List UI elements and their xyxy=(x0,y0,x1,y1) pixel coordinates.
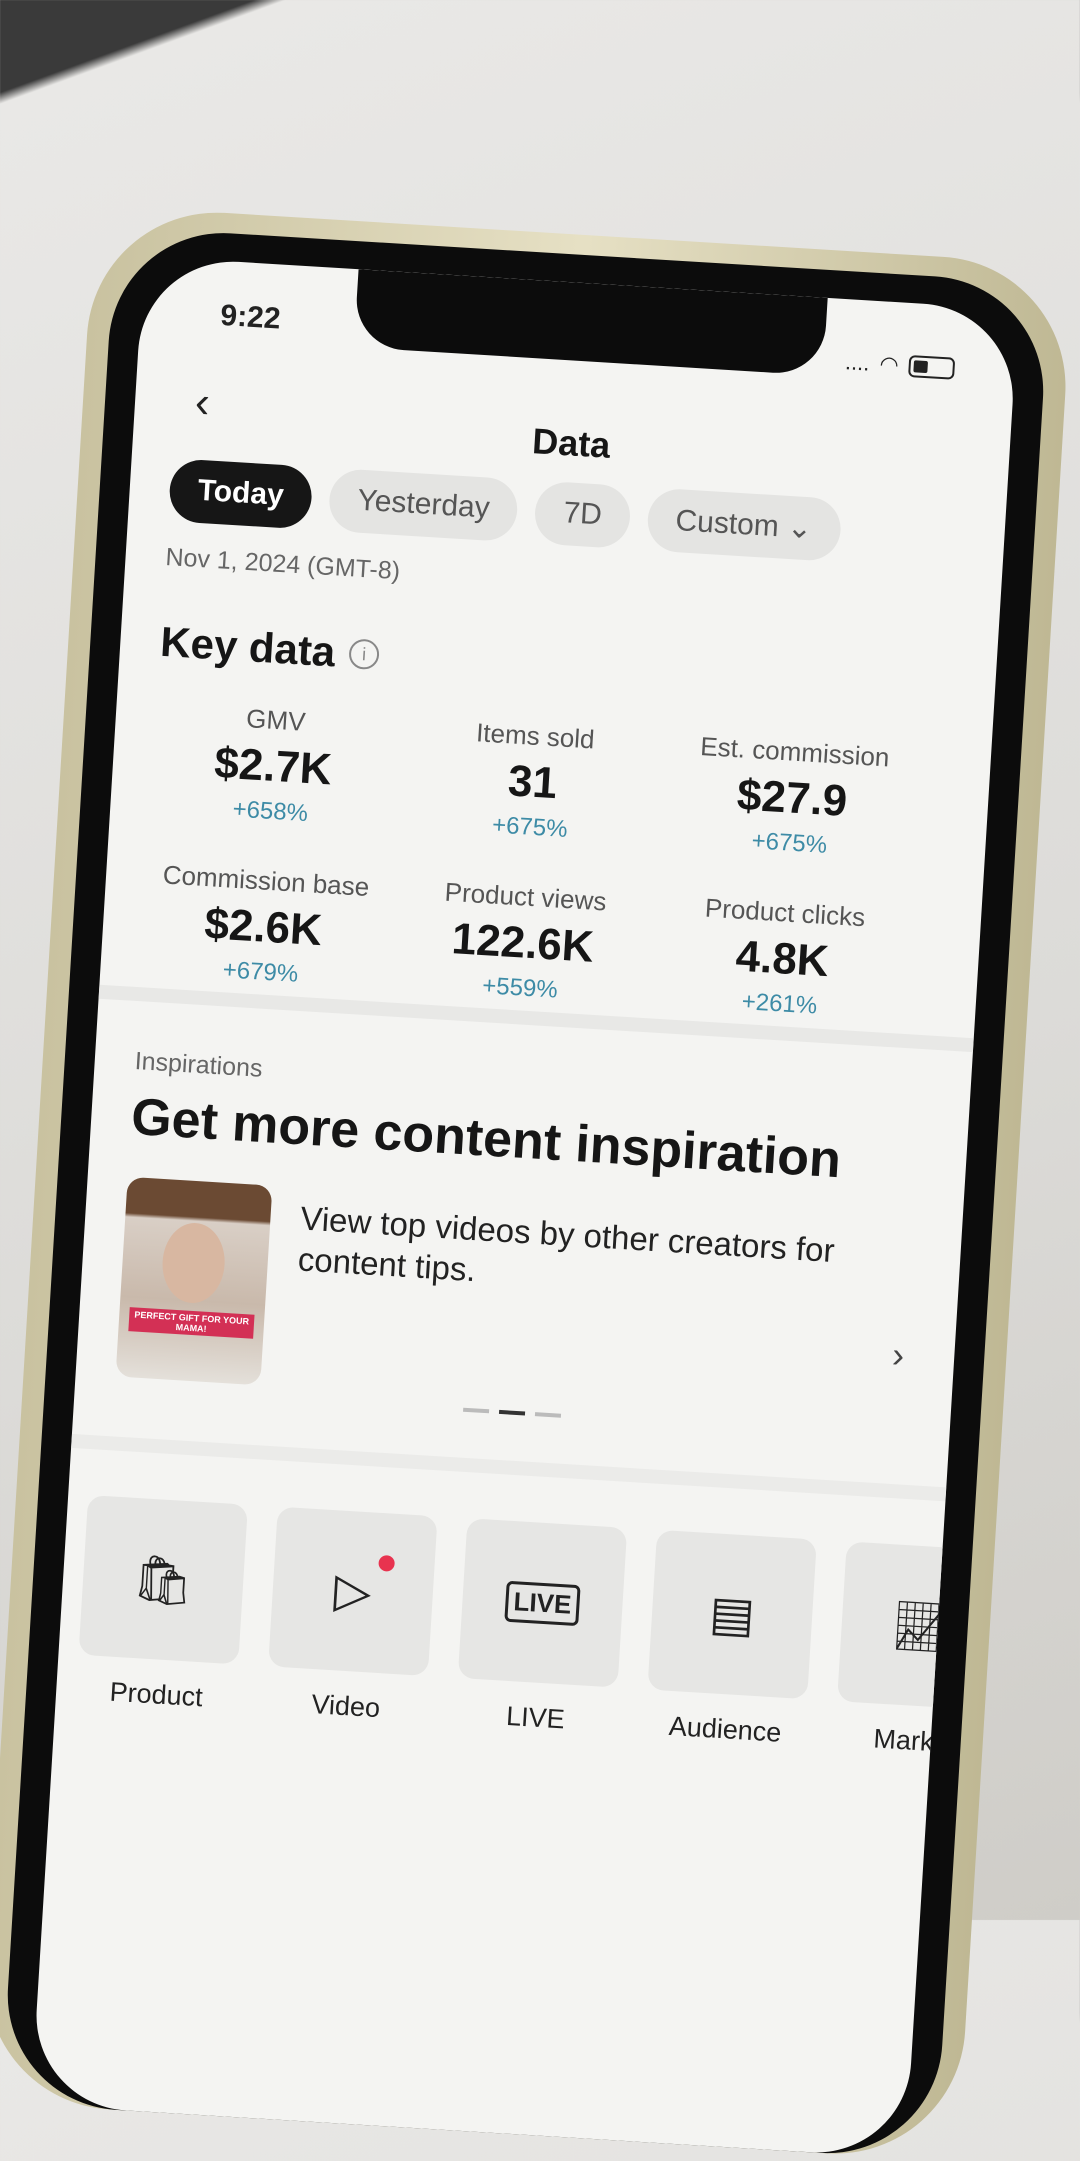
signal-icon: .... xyxy=(844,349,871,376)
section-divider xyxy=(71,1433,947,1502)
carousel-dot[interactable] xyxy=(534,1412,562,1418)
tool-audience[interactable]: ▤ Audience xyxy=(644,1529,817,1750)
tab-today[interactable]: Today xyxy=(167,458,314,530)
metric-items-sold[interactable]: Items sold 31 +675% xyxy=(399,713,666,850)
tool-label: Audience xyxy=(668,1710,783,1748)
chevron-right-icon[interactable]: › xyxy=(891,1334,905,1377)
tool-label: LIVE xyxy=(505,1700,566,1735)
video-thumbnail[interactable]: PERFECT GIFT FOR YOUR MAMA! xyxy=(115,1176,273,1386)
key-data-title: Key data xyxy=(159,617,337,676)
metrics-grid: GMV $2.7K +658% Items sold 31 +675% Est. com… xyxy=(130,697,926,1026)
tool-label: Video xyxy=(310,1689,381,1724)
metric-value: $27.9 xyxy=(735,770,849,826)
notification-badge xyxy=(378,1554,396,1572)
chart-icon: 📈︎ xyxy=(837,1541,1007,1711)
battery-icon xyxy=(908,354,956,380)
app-screen: 9:22 .... ◠ ‹ Data Today Yesterday 7D Cu… xyxy=(30,256,1019,2159)
metric-product-clicks[interactable]: Product clicks 4.8K +261% xyxy=(649,890,916,1027)
tool-market[interactable]: 📈︎ Market xyxy=(834,1541,1007,1761)
tool-product[interactable]: 🛍︎ Product xyxy=(75,1494,248,1715)
inspirations-heading: Get more content inspiration xyxy=(129,1087,843,1190)
play-icon: ▷ xyxy=(268,1506,438,1677)
metric-value: $2.6K xyxy=(203,899,324,956)
date-label: Nov 1, 2024 (GMT-8) xyxy=(164,542,401,586)
tab-yesterday[interactable]: Yesterday xyxy=(327,467,520,543)
tab-7d[interactable]: 7D xyxy=(533,480,632,550)
inspirations-label: Inspirations xyxy=(133,1047,264,1083)
metric-est-commission[interactable]: Est. commission $27.9 +675% xyxy=(659,729,926,866)
metric-value: 122.6K xyxy=(450,914,596,972)
tool-video[interactable]: ▷ Video xyxy=(265,1506,438,1727)
metric-value: $2.7K xyxy=(212,738,334,795)
tab-custom[interactable]: Custom ⌄ xyxy=(645,487,843,563)
carousel-dot-active[interactable] xyxy=(498,1409,526,1416)
metric-gmv[interactable]: GMV $2.7K +658% xyxy=(140,697,407,834)
notch xyxy=(353,269,828,376)
tool-label: Product xyxy=(108,1676,204,1713)
metric-commission-base[interactable]: Commission base $2.6K +679% xyxy=(130,858,397,995)
id-card-icon: ▤ xyxy=(647,1529,817,1700)
phone-bezel: 9:22 .... ◠ ‹ Data Today Yesterday 7D Cu… xyxy=(0,226,1050,2160)
metric-product-views[interactable]: Product views 122.6K +559% xyxy=(389,874,656,1011)
thumbnail-person xyxy=(160,1221,227,1305)
carousel-dot[interactable] xyxy=(463,1407,490,1414)
live-tv-icon: LIVE xyxy=(457,1518,628,1688)
wifi-icon: ◠ xyxy=(878,351,900,378)
inspirations-description[interactable]: View top videos by other creators for co… xyxy=(297,1197,861,1314)
phone: 9:22 .... ◠ ‹ Data Today Yesterday 7D Cu… xyxy=(0,205,1074,2161)
status-time: 9:22 xyxy=(219,298,282,336)
tool-live[interactable]: LIVE LIVE xyxy=(455,1518,628,1738)
info-icon[interactable]: i xyxy=(348,638,381,671)
status-icons: .... ◠ xyxy=(844,349,956,382)
carousel-indicator xyxy=(75,1384,950,1441)
metric-value: 4.8K xyxy=(734,931,831,987)
live-glyph: LIVE xyxy=(504,1580,581,1626)
shopping-bag-icon: 🛍︎ xyxy=(78,1494,248,1665)
key-data-heading: Key data i xyxy=(159,618,381,679)
metric-value: 31 xyxy=(506,756,559,809)
thumbnail-caption: PERFECT GIFT FOR YOUR MAMA! xyxy=(128,1307,255,1339)
tools-row: 🛍︎ Product ▷ Video LIVE LIVE ▤ Audience 📈︎ Ma… xyxy=(75,1494,1007,1762)
tool-label: Market xyxy=(872,1723,957,1759)
